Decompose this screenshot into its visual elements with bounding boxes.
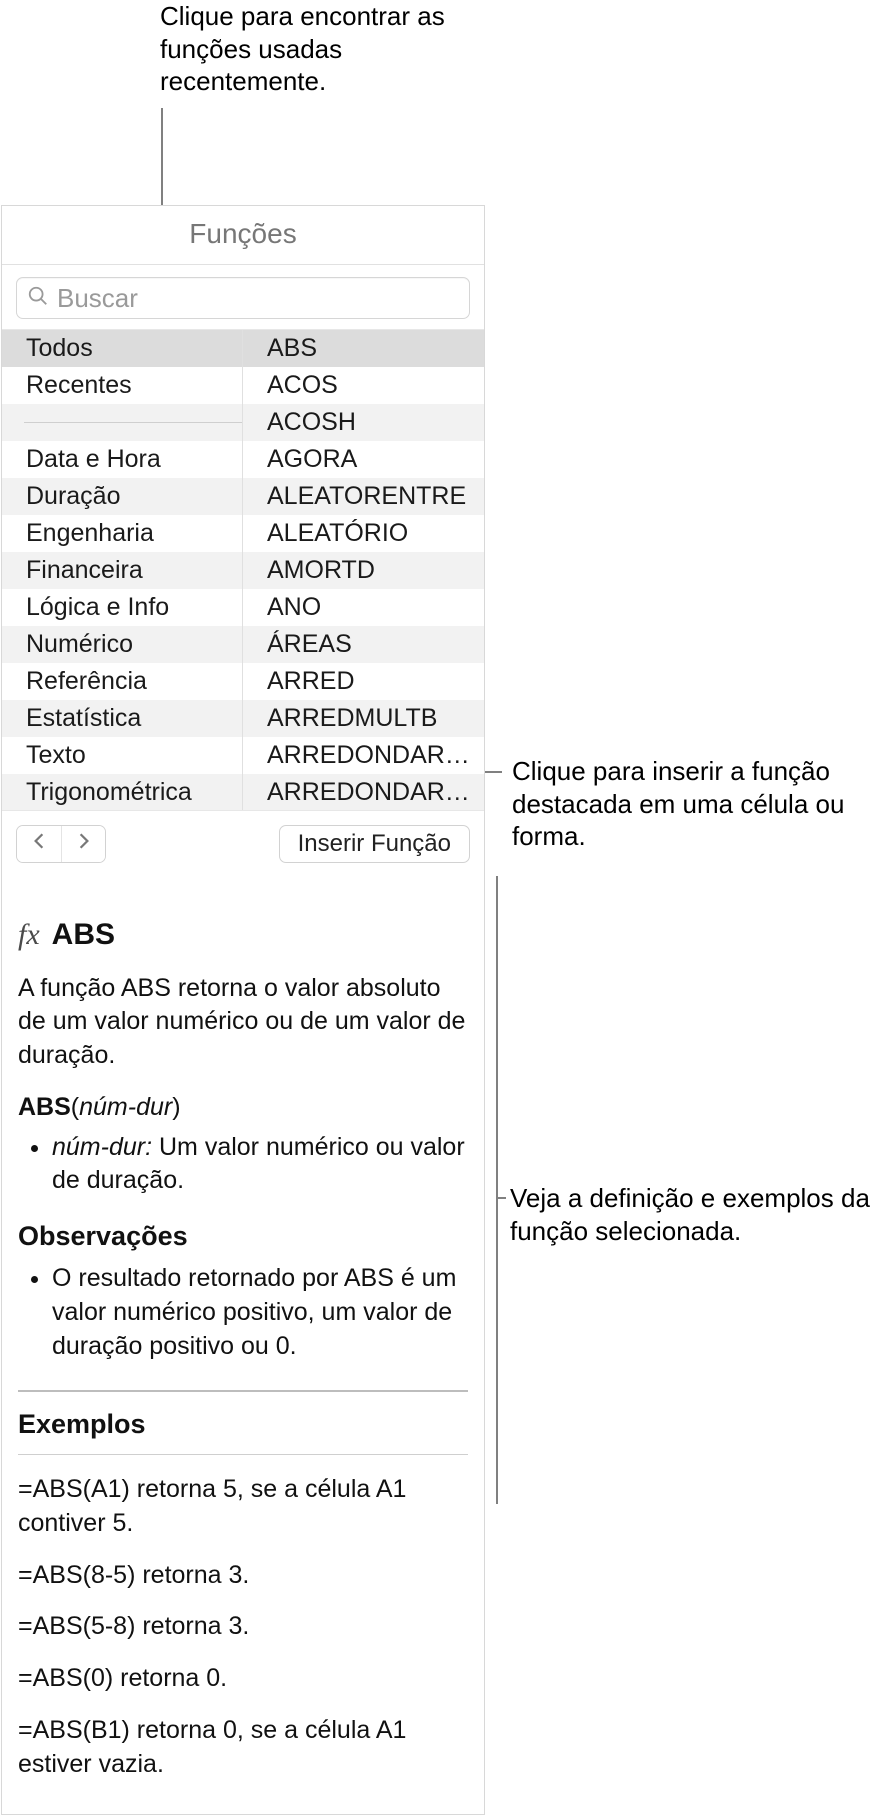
function-item[interactable]: AMORTD [243, 552, 484, 589]
examples-heading: Exemplos [18, 1406, 468, 1442]
functions-panel: Funções Todos Recentes Data e Hora Duraç… [1, 205, 485, 1815]
category-item[interactable]: Data e Hora [2, 441, 242, 478]
category-item-recentes[interactable]: Recentes [2, 367, 242, 404]
example-item: =ABS(8-5) retorna 3. [18, 1559, 468, 1593]
category-item[interactable]: Financeira [2, 552, 242, 589]
toolbar: Inserir Função [2, 811, 484, 873]
search-icon [27, 283, 49, 314]
note-item: O resultado retornado por ABS é um valor… [52, 1262, 468, 1363]
callout-detail-line-h [498, 1197, 506, 1199]
function-item[interactable]: ARRED [243, 663, 484, 700]
callout-insert: Clique para inserir a função destacada e… [512, 755, 872, 853]
function-signature: ABS(núm-dur) [18, 1091, 468, 1125]
callout-recent: Clique para encontrar as funções usadas … [160, 0, 460, 98]
category-item-todos[interactable]: Todos [2, 330, 242, 367]
category-item[interactable]: Numérico [2, 626, 242, 663]
function-description: A função ABS retorna o valor absoluto de… [18, 972, 468, 1073]
category-item[interactable]: Lógica e Info [2, 589, 242, 626]
function-item[interactable]: AGORA [243, 441, 484, 478]
browser-columns: Todos Recentes Data e Hora Duração Engen… [2, 329, 484, 811]
search-row [2, 265, 484, 329]
function-item[interactable]: ACOSH [243, 404, 484, 441]
function-item[interactable]: ARREDMULTB [243, 700, 484, 737]
search-input[interactable] [57, 283, 459, 314]
function-item[interactable]: ANO [243, 589, 484, 626]
function-detail: fx ABS A função ABS retorna o valor abso… [2, 873, 484, 1809]
nav-buttons [16, 825, 106, 863]
function-item[interactable]: ÁREAS [243, 626, 484, 663]
divider-thick [18, 1390, 468, 1392]
panel-title: Funções [2, 206, 484, 265]
category-item[interactable]: Texto [2, 737, 242, 774]
divider-thin [18, 1454, 468, 1455]
function-item[interactable]: ARREDONDAR.PA... [243, 774, 484, 810]
function-title: fx ABS [18, 915, 468, 956]
chevron-right-icon [77, 832, 91, 856]
function-item[interactable]: ACOS [243, 367, 484, 404]
signature-fn: ABS [18, 1093, 71, 1121]
signature-arg: núm-dur [79, 1093, 172, 1121]
chevron-left-icon [32, 832, 46, 856]
example-item: =ABS(B1) retorna 0, se a célula A1 estiv… [18, 1714, 468, 1782]
argument-item: núm-dur: Um valor numérico ou valor de d… [52, 1131, 468, 1199]
category-item[interactable]: Estatística [2, 700, 242, 737]
fx-icon: fx [18, 915, 40, 956]
insert-function-button[interactable]: Inserir Função [279, 825, 470, 863]
function-item[interactable]: ARREDONDAR.PA... [243, 737, 484, 774]
callout-detail: Veja a definição e exemplos da função se… [510, 1182, 870, 1247]
category-divider [2, 404, 242, 441]
argument-name: núm-dur: [52, 1133, 152, 1161]
nav-forward-button[interactable] [61, 826, 105, 862]
function-item[interactable]: ALEATÓRIO [243, 515, 484, 552]
category-item[interactable]: Trigonométrica [2, 774, 242, 810]
nav-back-button[interactable] [17, 826, 61, 862]
category-item[interactable]: Engenharia [2, 515, 242, 552]
category-item[interactable]: Referência [2, 663, 242, 700]
function-list[interactable]: ABS ACOS ACOSH AGORA ALEATORENTRE ALEATÓ… [243, 330, 484, 810]
example-item: =ABS(A1) retorna 5, se a célula A1 conti… [18, 1473, 468, 1541]
example-item: =ABS(0) retorna 0. [18, 1662, 468, 1696]
function-item-abs[interactable]: ABS [243, 330, 484, 367]
example-item: =ABS(5-8) retorna 3. [18, 1610, 468, 1644]
category-list[interactable]: Todos Recentes Data e Hora Duração Engen… [2, 330, 243, 810]
category-item[interactable]: Duração [2, 478, 242, 515]
function-name: ABS [52, 915, 115, 956]
notes-heading: Observações [18, 1218, 468, 1254]
callout-detail-line-v [496, 876, 498, 1504]
search-box[interactable] [16, 277, 470, 319]
function-item[interactable]: ALEATORENTRE [243, 478, 484, 515]
